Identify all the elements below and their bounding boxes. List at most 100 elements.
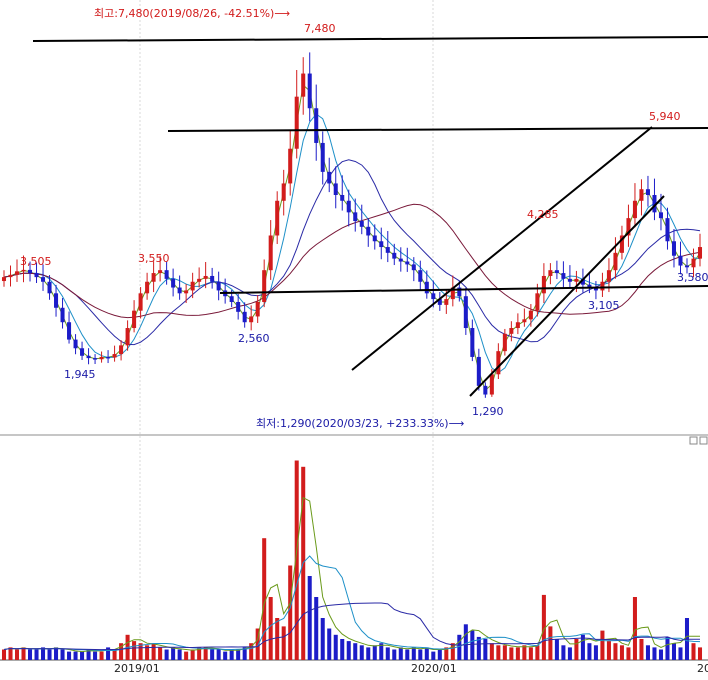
candle-body — [372, 235, 377, 242]
volume-bar — [14, 649, 20, 660]
volume-bar — [314, 597, 319, 660]
candle-body — [431, 293, 436, 300]
volume-bar — [320, 618, 325, 660]
volume-bar — [626, 647, 631, 660]
volume-bar — [132, 641, 137, 660]
volume-bar — [184, 651, 189, 660]
price-label-3550: 3,550 — [138, 252, 170, 265]
candle-body — [489, 374, 494, 395]
candle-body — [28, 269, 33, 274]
candle-body — [665, 218, 670, 242]
volume-bar — [288, 565, 293, 660]
candle-body — [236, 301, 241, 312]
candle-body — [262, 270, 267, 302]
volume-bar — [522, 645, 527, 660]
candle-body — [405, 261, 410, 265]
volume-bar — [587, 643, 592, 660]
candle-body — [658, 212, 663, 219]
volume-bar — [697, 647, 703, 660]
volume-bar — [340, 639, 345, 660]
volume-bar — [34, 649, 39, 660]
candle-body — [600, 281, 605, 291]
candle-body — [190, 281, 195, 291]
candle-body — [177, 287, 182, 294]
volume-bar — [645, 645, 650, 660]
candle-body — [47, 281, 52, 294]
candle-body — [353, 212, 358, 222]
volume-bar — [691, 643, 696, 660]
candle-body — [411, 264, 416, 271]
volume-bar — [457, 634, 462, 660]
low-annotation: 최저:1,290(2020/03/23, +233.33%)⟶ — [256, 417, 465, 430]
volume-bar — [67, 651, 72, 660]
volume-bar — [574, 639, 579, 660]
candle-body — [60, 307, 65, 323]
candle-body — [424, 281, 429, 294]
candle-body — [366, 226, 371, 236]
candle-body — [1, 277, 7, 282]
volume-bar — [678, 647, 683, 660]
volume-bar — [353, 643, 358, 660]
price-label-2560: 2,560 — [238, 332, 270, 345]
candle-body — [333, 183, 338, 195]
volume-bar — [171, 647, 176, 660]
candle-body — [632, 200, 637, 219]
volume-bar — [275, 618, 280, 660]
volume-bar — [229, 649, 234, 660]
volume-bar — [405, 649, 410, 660]
volume-panel — [0, 437, 708, 660]
candle-body — [502, 333, 507, 352]
volume-bar — [99, 651, 104, 660]
candle-body — [509, 328, 514, 334]
volume-bar — [73, 651, 78, 660]
volume-bar — [190, 649, 195, 660]
close-icon[interactable] — [699, 436, 708, 445]
candle-body — [483, 385, 488, 395]
candle-body — [138, 293, 143, 311]
candle-body — [645, 189, 650, 195]
candle-body — [535, 293, 540, 311]
volume-bar — [502, 645, 507, 660]
x-tick-label-2019-01: 2019/01 — [114, 662, 160, 675]
volume-bar — [203, 647, 208, 660]
candle-body — [567, 278, 572, 282]
candle-body — [385, 247, 390, 253]
volume-bar — [223, 651, 228, 660]
volume-bar — [606, 641, 611, 660]
candle-body — [496, 351, 501, 375]
volume-bar — [8, 647, 13, 660]
volume-bar — [567, 647, 572, 660]
candle-body — [86, 355, 91, 359]
volume-bar — [671, 643, 676, 660]
candle-body — [470, 328, 475, 357]
candle-body — [678, 255, 683, 266]
candle-body — [691, 258, 696, 268]
candle-body — [359, 221, 364, 227]
volume-bar — [463, 624, 468, 660]
candle-body — [197, 278, 202, 282]
volume-bar — [548, 626, 553, 660]
candle-body — [392, 252, 397, 259]
maximize-icon[interactable] — [689, 436, 698, 445]
volume-bar — [236, 649, 241, 660]
volume-bar — [385, 647, 390, 660]
volume-bar — [327, 628, 332, 660]
volume-bar — [333, 634, 338, 660]
volume-bar — [47, 649, 52, 660]
volume-bar — [437, 649, 442, 660]
volume-bar — [366, 647, 371, 660]
candle-body — [613, 252, 618, 271]
volume-bar — [632, 597, 637, 660]
price-label-3505: 3,505 — [20, 255, 52, 268]
candle-body — [606, 270, 611, 282]
volume-bar — [554, 639, 559, 660]
volume-bar — [528, 647, 533, 660]
candle-body — [54, 293, 59, 308]
volume-bar — [1, 649, 7, 660]
candle-body — [294, 96, 299, 149]
price-label-7480: 7,480 — [304, 22, 336, 35]
candle-body — [314, 108, 319, 143]
candle-body — [327, 171, 332, 184]
candle-body — [41, 277, 46, 282]
candle-body — [73, 339, 78, 349]
